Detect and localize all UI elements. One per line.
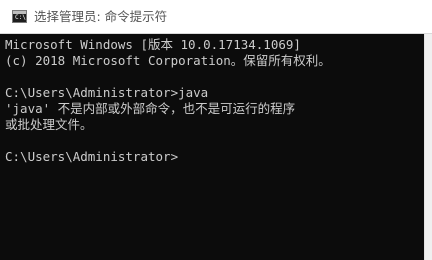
command-prompt-window: C:\ 选择管理员: 命令提示符 Microsoft Windows [版本 1… xyxy=(0,0,432,260)
vertical-scrollbar[interactable] xyxy=(424,34,432,260)
cmd-console-icon[interactable]: C:\ xyxy=(12,10,27,23)
command-line: C:\Users\Administrator>java xyxy=(5,85,209,100)
window-title: 选择管理员: 命令提示符 xyxy=(34,9,168,24)
error-line-1: 'java' 不是内部或外部命令，也不是可运行的程序 xyxy=(5,101,296,116)
current-prompt[interactable]: C:\Users\Administrator> xyxy=(5,149,178,165)
copyright-line: (c) 2018 Microsoft Corporation。保留所有权利。 xyxy=(5,53,331,68)
version-line: Microsoft Windows [版本 10.0.17134.1069] xyxy=(5,37,301,52)
title-bar[interactable]: C:\ 选择管理员: 命令提示符 xyxy=(0,0,432,34)
icon-prompt-glyph: C:\ xyxy=(15,14,26,21)
console-output[interactable]: Microsoft Windows [版本 10.0.17134.1069] (… xyxy=(0,34,424,260)
error-line-2: 或批处理文件。 xyxy=(5,117,93,132)
